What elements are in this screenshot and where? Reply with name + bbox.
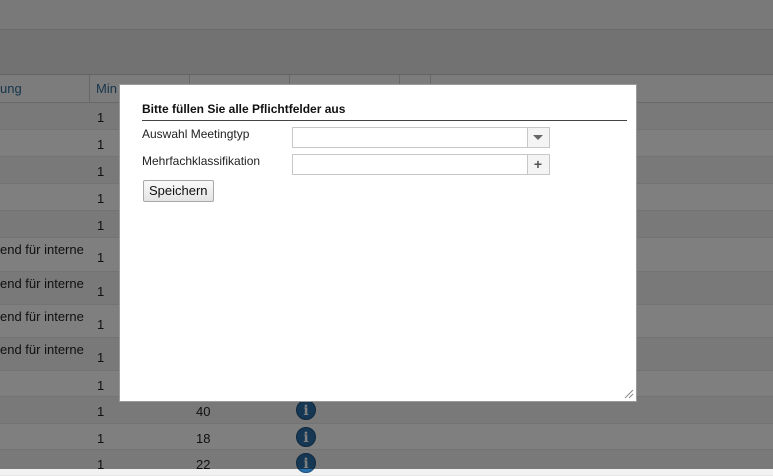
mehrfachklassifikation-label: Mehrfachklassifikation: [142, 154, 261, 168]
meetingtyp-select[interactable]: [292, 127, 550, 148]
save-button[interactable]: Speichern: [143, 180, 214, 202]
required-fields-dialog: Bitte füllen Sie alle Pflichtfelder aus …: [119, 84, 637, 402]
chevron-down-icon: [533, 135, 543, 140]
mehrfachklassifikation-value[interactable]: [293, 155, 529, 174]
title-divider: [142, 120, 627, 121]
mehrfachklassifikation-field[interactable]: +: [292, 154, 550, 175]
meetingtyp-value[interactable]: [293, 128, 529, 147]
resize-grip-icon[interactable]: [622, 387, 634, 399]
mehrfachklassifikation-add-button[interactable]: +: [527, 155, 549, 174]
meetingtyp-label: Auswahl Meetingtyp: [142, 127, 250, 141]
meetingtyp-dropdown-button[interactable]: [527, 128, 549, 147]
plus-icon: +: [533, 156, 543, 172]
dialog-title: Bitte füllen Sie alle Pflichtfelder aus: [142, 102, 346, 116]
